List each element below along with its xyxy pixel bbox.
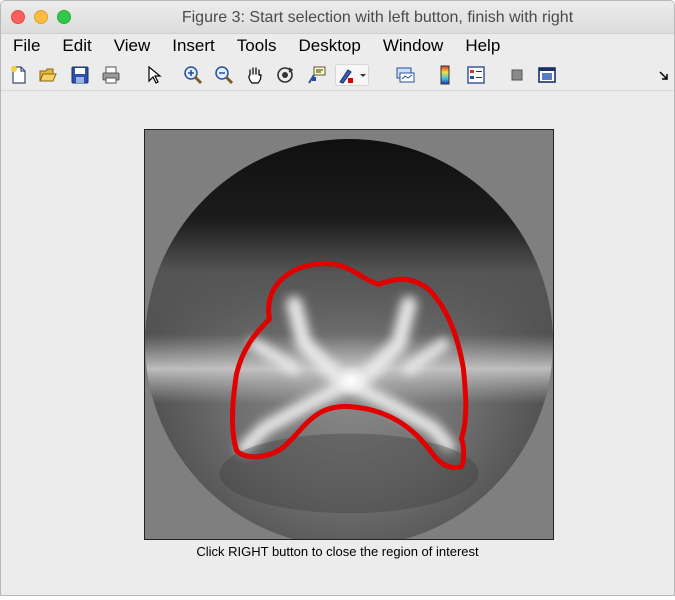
menu-desktop[interactable]: Desktop (287, 34, 371, 57)
menu-insert[interactable]: Insert (161, 34, 226, 57)
colorbar-icon (440, 65, 450, 85)
data-cursor-button[interactable] (306, 64, 328, 86)
brush-button[interactable] (335, 64, 369, 86)
window-title: Figure 3: Start selection with left butt… (181, 9, 574, 26)
status-message: Click RIGHT button to close the region o… (196, 544, 479, 559)
link-plot-icon (396, 67, 415, 83)
show-plot-tools-icon (538, 67, 556, 83)
legend-icon (467, 66, 485, 84)
figure-toolbar (1, 59, 674, 91)
menu-file[interactable]: File (1, 34, 51, 57)
image-axes[interactable] (144, 129, 554, 540)
menu-tools[interactable]: Tools (226, 34, 288, 57)
pointer-icon (148, 65, 162, 84)
dock-arrow-icon (659, 71, 668, 80)
rotate-3d-icon (277, 67, 294, 83)
figure-canvas: Click RIGHT button to close the region o… (1, 91, 674, 595)
rotate-3d-button[interactable] (274, 64, 296, 86)
save-button[interactable] (69, 64, 91, 86)
hide-plot-tools-icon (511, 69, 523, 81)
brush-icon (339, 69, 366, 84)
show-plot-tools-button[interactable] (536, 64, 558, 86)
menu-bar: File Edit View Insert Tools Desktop Wind… (1, 34, 674, 57)
roi-outline (229, 261, 469, 470)
save-icon (71, 66, 89, 84)
data-cursor-icon (308, 66, 326, 84)
zoom-out-icon (215, 66, 234, 85)
open-file-button[interactable] (37, 64, 59, 86)
figure-window: Figure 3: Start selection with left butt… (0, 0, 675, 596)
zoom-out-button[interactable] (213, 64, 235, 86)
link-plot-button[interactable] (394, 64, 416, 86)
pointer-button[interactable] (143, 64, 165, 86)
legend-button[interactable] (465, 64, 487, 86)
dock-button[interactable] (653, 64, 674, 86)
new-figure-icon (11, 66, 26, 84)
menu-edit[interactable]: Edit (51, 34, 102, 57)
pan-button[interactable] (244, 64, 266, 86)
print-button[interactable] (100, 64, 122, 86)
menu-view[interactable]: View (103, 34, 162, 57)
pan-hand-icon (248, 67, 262, 84)
zoom-window-button[interactable] (57, 10, 71, 24)
zoom-in-icon (184, 66, 203, 85)
zoom-in-button[interactable] (182, 64, 204, 86)
new-figure-button[interactable] (8, 64, 30, 86)
title-bar[interactable]: Figure 3: Start selection with left butt… (1, 1, 674, 34)
minimize-window-button[interactable] (34, 10, 48, 24)
menu-help[interactable]: Help (454, 34, 511, 57)
hide-plot-tools-button[interactable] (506, 64, 528, 86)
colorbar-button[interactable] (434, 64, 456, 86)
menu-window[interactable]: Window (372, 34, 454, 57)
close-window-button[interactable] (11, 10, 25, 24)
print-icon (102, 66, 120, 84)
open-file-icon (39, 68, 57, 82)
